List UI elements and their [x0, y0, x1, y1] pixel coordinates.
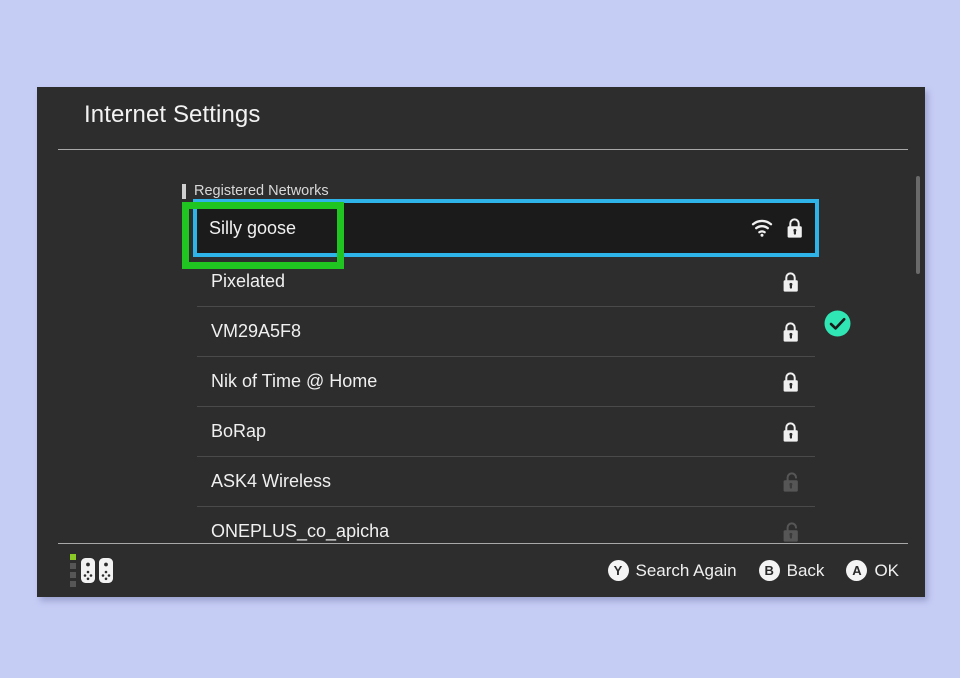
player-indicator-dot: [70, 563, 76, 569]
lock-icon: [785, 218, 805, 239]
network-name: Nik of Time @ Home: [211, 371, 377, 392]
network-row[interactable]: ASK4 Wireless: [197, 457, 815, 507]
network-row-icons: [781, 257, 801, 307]
lock-icon: [781, 372, 801, 393]
list-scrollbar[interactable]: [916, 150, 921, 543]
internet-settings-panel: Internet Settings Registered Networks Si…: [37, 87, 925, 597]
button-glyph-b-icon: B: [759, 560, 780, 581]
wifi-signal-icon: [751, 219, 773, 237]
lock-icon: [781, 272, 801, 293]
network-name: Silly goose: [209, 218, 296, 239]
network-row-icons: [751, 203, 805, 253]
network-row-icons: [781, 507, 801, 543]
lock-icon: [781, 272, 801, 293]
player-indicator-dot: [70, 581, 76, 587]
page-title: Internet Settings: [84, 101, 260, 129]
footer-action-label: OK: [874, 561, 899, 581]
footer-action-label: Back: [787, 561, 825, 581]
lock-icon: [781, 422, 801, 443]
network-name: Pixelated: [211, 271, 285, 292]
lock-icon: [785, 218, 805, 239]
connected-check-icon: [823, 309, 852, 338]
network-name: ASK4 Wireless: [211, 471, 331, 492]
joycon-pair-icon: [80, 557, 114, 584]
panel-header: Internet Settings: [37, 87, 925, 149]
network-row-icons: [781, 457, 801, 507]
unlock-icon: [781, 472, 801, 493]
network-row-icons: [781, 357, 801, 407]
joycon-icon: [70, 554, 114, 587]
network-list: Silly goose Pixelated VM29A5F8 Nik of Time …: [197, 202, 815, 543]
network-row[interactable]: Silly goose: [193, 199, 819, 257]
unlock-icon: [781, 472, 801, 493]
network-name: BoRap: [211, 421, 266, 442]
player-indicator: [70, 554, 76, 587]
button-glyph-a-icon: A: [846, 560, 867, 581]
lock-icon: [781, 372, 801, 393]
section-header: Registered Networks: [182, 181, 329, 201]
lock-icon: [781, 322, 801, 343]
lock-icon: [781, 422, 801, 443]
footer-action-ok[interactable]: A OK: [846, 560, 899, 581]
scrollbar-thumb[interactable]: [916, 176, 920, 274]
footer-action-back[interactable]: B Back: [759, 560, 825, 581]
wifi-icon: [751, 219, 773, 237]
network-row-icons: [781, 307, 801, 357]
footer-bar: Y Search Again B Back A OK: [37, 544, 925, 597]
screenshot-root: Internet Settings Registered Networks Si…: [0, 0, 960, 678]
network-row[interactable]: Pixelated: [197, 257, 815, 307]
unlock-icon: [781, 522, 801, 543]
network-list-viewport: Registered Networks Silly goose Pixelated…: [37, 150, 925, 543]
footer-action-label: Search Again: [636, 561, 737, 581]
section-marker: [182, 184, 186, 199]
player-indicator-dot: [70, 554, 76, 560]
network-row-icons: [781, 407, 801, 457]
unlock-icon: [781, 522, 801, 543]
button-glyph-y-icon: Y: [608, 560, 629, 581]
player-indicator-dot: [70, 572, 76, 578]
network-row[interactable]: ONEPLUS_co_apicha: [197, 507, 815, 543]
network-name: VM29A5F8: [211, 321, 301, 342]
lock-icon: [781, 322, 801, 343]
network-row[interactable]: BoRap: [197, 407, 815, 457]
footer-actions: Y Search Again B Back A OK: [608, 544, 900, 597]
section-header-label: Registered Networks: [194, 183, 329, 199]
network-row[interactable]: VM29A5F8: [197, 307, 815, 357]
network-row[interactable]: Nik of Time @ Home: [197, 357, 815, 407]
network-name: ONEPLUS_co_apicha: [211, 521, 389, 542]
footer-action-search-again[interactable]: Y Search Again: [608, 560, 737, 581]
